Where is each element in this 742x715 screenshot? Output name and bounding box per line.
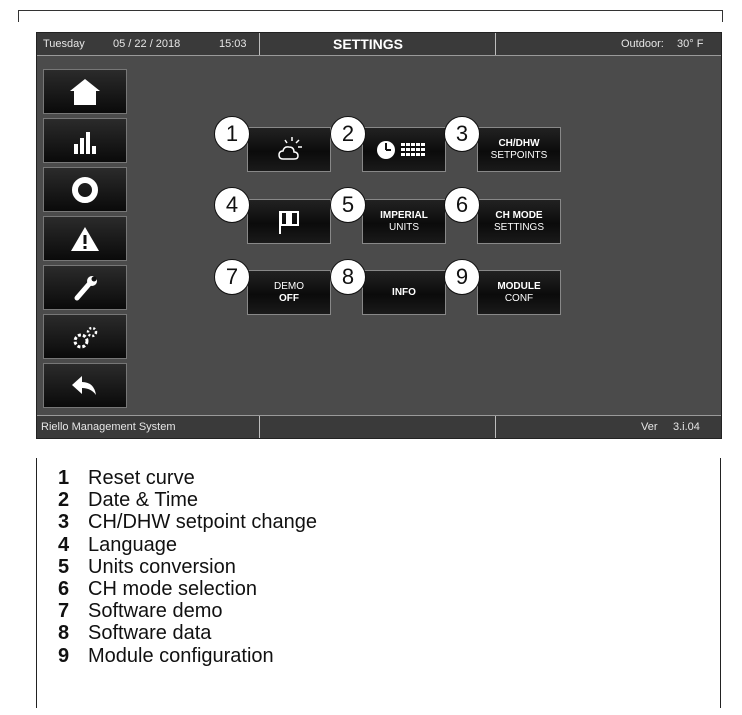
legend-text: Units conversion [88, 555, 236, 578]
legend-text: Software demo [88, 600, 223, 623]
legend-text: Software data [88, 622, 212, 645]
home-icon [70, 78, 100, 105]
legend-item: 6 CH mode selection [58, 578, 317, 600]
legend-item: 9 Module configuration [58, 645, 317, 667]
sidebar-item-status[interactable] [43, 167, 127, 212]
button-label-line1: CH MODE [495, 209, 543, 221]
ch-mode-settings-button[interactable]: CH MODE SETTINGS [477, 199, 561, 244]
date-label: 05 / 22 / 2018 [113, 38, 181, 50]
callout-1: 1 [214, 116, 250, 152]
back-arrow-icon [72, 375, 96, 395]
legend-text: CH/DHW setpoint change [88, 511, 317, 534]
outdoor-temperature: 30° F [677, 38, 704, 50]
sidebar-item-statistics[interactable] [43, 118, 127, 163]
footer-bar: Riello Management System Ver 3.i.04 [37, 415, 721, 438]
callout-7: 7 [214, 259, 250, 295]
legend-item: 1 Reset curve [58, 467, 317, 489]
status-separator [495, 33, 496, 55]
system-name: Riello Management System [41, 421, 176, 433]
callout-2: 2 [330, 116, 366, 152]
gears-icon [73, 326, 98, 348]
warning-icon [71, 226, 99, 251]
callout-3: 3 [444, 116, 480, 152]
legend-list: 1 Reset curve 2 Date & Time 3 CH/DHW setpoi… [58, 467, 317, 667]
legend-text: Module configuration [88, 644, 274, 667]
footer-separator [495, 416, 496, 438]
legend-key: 1 [58, 467, 70, 489]
button-label-line2: SETPOINTS [490, 149, 548, 161]
footer-separator [259, 416, 260, 438]
legend-item: 3 CH/DHW setpoint change [58, 511, 317, 533]
sidebar-item-home[interactable] [43, 69, 127, 114]
callout-9: 9 [444, 259, 480, 295]
legend-key: 5 [58, 555, 70, 578]
legend-item: 4 Language [58, 534, 317, 556]
legend-item: 5 Units conversion [58, 556, 317, 578]
imperial-units-button[interactable]: IMPERIAL UNITS [362, 199, 446, 244]
legend-key: 8 [58, 622, 70, 645]
sidebar [43, 69, 127, 412]
button-label-line2: UNITS [389, 221, 419, 233]
clock-calendar-icon [377, 140, 425, 159]
legend-text: CH mode selection [88, 577, 257, 600]
bar-chart-icon [74, 131, 96, 154]
reset-curve-button[interactable] [247, 127, 331, 172]
legend-item: 7 Software demo [58, 600, 317, 622]
callout-4: 4 [214, 187, 250, 223]
button-label-line1: MODULE [497, 280, 541, 292]
legend-key: 3 [58, 511, 70, 534]
frame-top [18, 10, 723, 22]
button-label-line1: IMPERIAL [380, 209, 428, 221]
sidebar-item-settings[interactable] [43, 314, 127, 359]
frame-left-line [36, 458, 37, 708]
legend-key: 7 [58, 600, 70, 623]
callout-8: 8 [330, 259, 366, 295]
button-label-line1: DEMO [274, 280, 304, 292]
status-separator [259, 33, 260, 55]
sidebar-item-alarms[interactable] [43, 216, 127, 261]
language-button[interactable] [247, 199, 331, 244]
legend-key: 2 [58, 489, 70, 512]
ring-icon [72, 176, 98, 203]
version-label: Ver [641, 421, 658, 433]
date-time-button[interactable] [362, 127, 446, 172]
callout-5: 5 [330, 187, 366, 223]
sidebar-item-tools[interactable] [43, 265, 127, 310]
info-button[interactable]: INFO [362, 270, 446, 315]
page-title: SETTINGS [333, 36, 404, 52]
legend-item: 8 Software data [58, 622, 317, 644]
outdoor-label: Outdoor: [621, 38, 664, 50]
legend-text: Language [88, 533, 177, 556]
sidebar-item-back[interactable] [43, 363, 127, 408]
legend-key: 9 [58, 644, 70, 667]
demo-button[interactable]: DEMO OFF [247, 270, 331, 315]
legend-text: Reset curve [88, 467, 195, 489]
ch-dhw-setpoints-button[interactable]: CH/DHW SETPOINTS [477, 127, 561, 172]
button-label-line2: CONF [504, 292, 534, 304]
legend-text: Date & Time [88, 489, 199, 512]
status-bar: Tuesday 05 / 22 / 2018 15:03 SETTINGS Ou… [37, 33, 721, 56]
legend-item: 2 Date & Time [58, 489, 317, 511]
wrench-icon [74, 275, 97, 300]
time-label: 15:03 [219, 38, 247, 50]
day-label: Tuesday [43, 38, 85, 50]
button-label-line1: INFO [392, 286, 416, 298]
version-value: 3.i.04 [673, 421, 700, 433]
device-screen: Tuesday 05 / 22 / 2018 15:03 SETTINGS Ou… [36, 32, 722, 439]
module-conf-button[interactable]: MODULE CONF [477, 270, 561, 315]
frame-right-line [720, 458, 721, 708]
button-label-line2: OFF [279, 292, 299, 304]
legend-key: 4 [58, 533, 70, 556]
flag-icon [279, 210, 299, 234]
button-label-line2: SETTINGS [493, 221, 544, 233]
legend-key: 6 [58, 577, 70, 600]
callout-6: 6 [444, 187, 480, 223]
sun-cloud-icon [278, 136, 302, 160]
button-label-line1: CH/DHW [498, 137, 540, 149]
